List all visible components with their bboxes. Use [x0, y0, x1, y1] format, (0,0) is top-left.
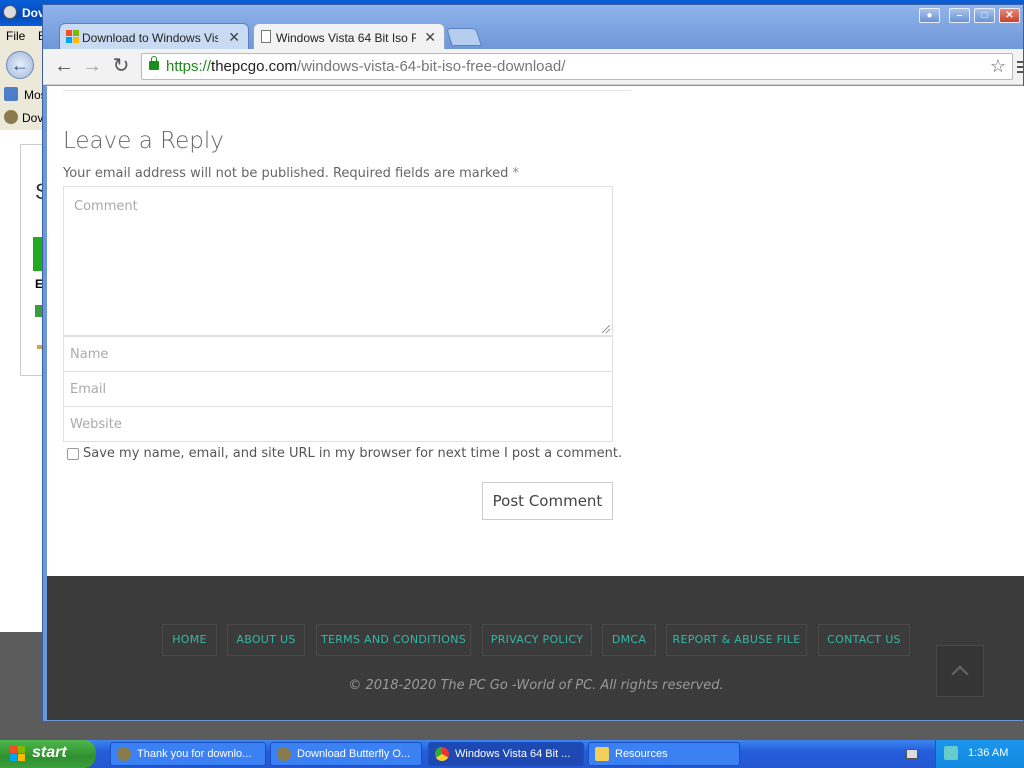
start-label: start — [32, 744, 67, 761]
taskbar: start Thank you for downlo... Download B… — [0, 740, 1024, 768]
tab-label: Windows Vista 64 Bit Iso Free — [276, 31, 416, 45]
clock[interactable]: 1:36 AM — [968, 747, 1008, 759]
tab-vista-iso[interactable]: Windows Vista 64 Bit Iso Free ✕ — [253, 23, 445, 50]
address-bar[interactable]: https://thepcgo.com/windows-vista-64-bit… — [141, 53, 1013, 80]
page-viewport: Leave a Reply Your email address will no… — [47, 86, 1024, 720]
tab-label: Download to Windows Vista — [82, 31, 218, 45]
comment-textarea[interactable]: Comment — [63, 186, 613, 336]
minimize-button[interactable]: – — [949, 8, 970, 23]
app-icon — [117, 747, 131, 761]
document-icon — [261, 30, 271, 43]
footer-link-privacy[interactable]: PRIVACY POLICY — [482, 624, 592, 656]
background-tab[interactable]: Dov — [22, 111, 43, 125]
taskbar-item-label: Windows Vista 64 Bit ... — [455, 748, 571, 760]
chrome-icon — [435, 747, 449, 761]
browser-toolbar: ← → ↻ https://thepcgo.com/windows-vista-… — [43, 49, 1024, 85]
back-arrow-icon[interactable]: ← — [6, 51, 34, 79]
menu-file[interactable]: File — [6, 29, 25, 43]
save-info-label[interactable]: Save my name, email, and site URL in my … — [83, 446, 622, 461]
resize-handle-icon[interactable] — [602, 325, 610, 333]
copyright-text: © 2018-2020 The PC Go -World of PC. All … — [348, 678, 724, 693]
taskbar-item-label: Resources — [615, 748, 668, 760]
post-comment-button[interactable]: Post Comment — [482, 482, 613, 520]
keyboard-icon[interactable] — [906, 749, 918, 759]
tab-download-vista[interactable]: Download to Windows Vista ✕ — [59, 23, 249, 50]
close-window-button[interactable]: ✕ — [999, 8, 1020, 23]
taskbar-item[interactable]: Thank you for downlo... — [110, 742, 266, 766]
taskbar-item[interactable]: Download Butterfly O... — [270, 742, 422, 766]
back-arrow-icon[interactable]: ← — [53, 56, 75, 78]
url-host: thepcgo.com — [211, 58, 297, 75]
close-tab-icon[interactable]: ✕ — [228, 29, 240, 46]
footer-link-dmca[interactable]: DMCA — [602, 624, 656, 656]
lock-icon — [149, 56, 159, 70]
footer-link-contact[interactable]: CONTACT US — [818, 624, 910, 656]
url-text[interactable]: https://thepcgo.com/windows-vista-64-bit… — [166, 58, 565, 75]
windows-flag-icon — [10, 746, 26, 762]
start-button[interactable]: start — [0, 740, 96, 768]
footer-link-report[interactable]: REPORT & ABUSE FILE — [666, 624, 807, 656]
name-field[interactable]: Name — [63, 336, 613, 372]
email-placeholder: Email — [70, 382, 107, 397]
app-icon — [3, 5, 17, 19]
reply-heading: Leave a Reply — [63, 128, 224, 154]
scroll-to-top-button[interactable] — [936, 645, 984, 697]
tab-strip: Download to Windows Vista ✕ Windows Vist… — [43, 5, 1023, 50]
required-mark: * — [512, 166, 520, 181]
taskbar-item[interactable]: Resources — [588, 742, 740, 766]
url-scheme: https:// — [166, 58, 212, 75]
website-field[interactable]: Website — [63, 406, 613, 442]
windows-logo-icon — [66, 30, 79, 43]
system-tray: 1:36 AM — [935, 740, 1024, 768]
reload-icon[interactable]: ↻ — [110, 56, 132, 78]
footer-link-about[interactable]: ABOUT US — [227, 624, 305, 656]
network-icon[interactable] — [944, 746, 958, 760]
site-footer: HOME ABOUT US TERMS AND CONDITIONS PRIVA… — [47, 576, 1024, 720]
footer-link-home[interactable]: HOME — [162, 624, 217, 656]
bookmark-star-icon[interactable]: ☆ — [990, 56, 1006, 77]
app-icon — [277, 747, 291, 761]
comment-placeholder: Comment — [74, 199, 138, 214]
bookmark-icon — [4, 87, 18, 101]
website-placeholder: Website — [70, 417, 122, 432]
maximize-button[interactable]: □ — [974, 8, 995, 23]
taskbar-item-label: Thank you for downlo... — [137, 748, 252, 760]
menu-icon[interactable] — [1017, 61, 1024, 73]
url-path: /windows-vista-64-bit-iso-free-download/ — [296, 58, 566, 75]
forward-arrow-icon[interactable]: → — [81, 56, 103, 78]
email-field[interactable]: Email — [63, 371, 613, 407]
folder-icon — [595, 747, 609, 761]
chrome-window: Download to Windows Vista ✕ Windows Vist… — [42, 4, 1024, 722]
required-note: Your email address will not be published… — [63, 166, 519, 181]
note-text: Your email address will not be published… — [63, 166, 509, 181]
close-tab-icon[interactable]: ✕ — [424, 29, 436, 46]
save-info-checkbox[interactable] — [67, 448, 79, 460]
new-tab-button[interactable] — [446, 28, 482, 46]
footer-link-terms[interactable]: TERMS AND CONDITIONS — [316, 624, 471, 656]
taskbar-item-active[interactable]: Windows Vista 64 Bit ... — [428, 742, 584, 766]
taskbar-item-label: Download Butterfly O... — [297, 748, 411, 760]
name-placeholder: Name — [70, 347, 109, 362]
tab-icon — [4, 110, 18, 124]
user-icon[interactable]: ● — [919, 8, 940, 23]
divider — [63, 90, 631, 91]
